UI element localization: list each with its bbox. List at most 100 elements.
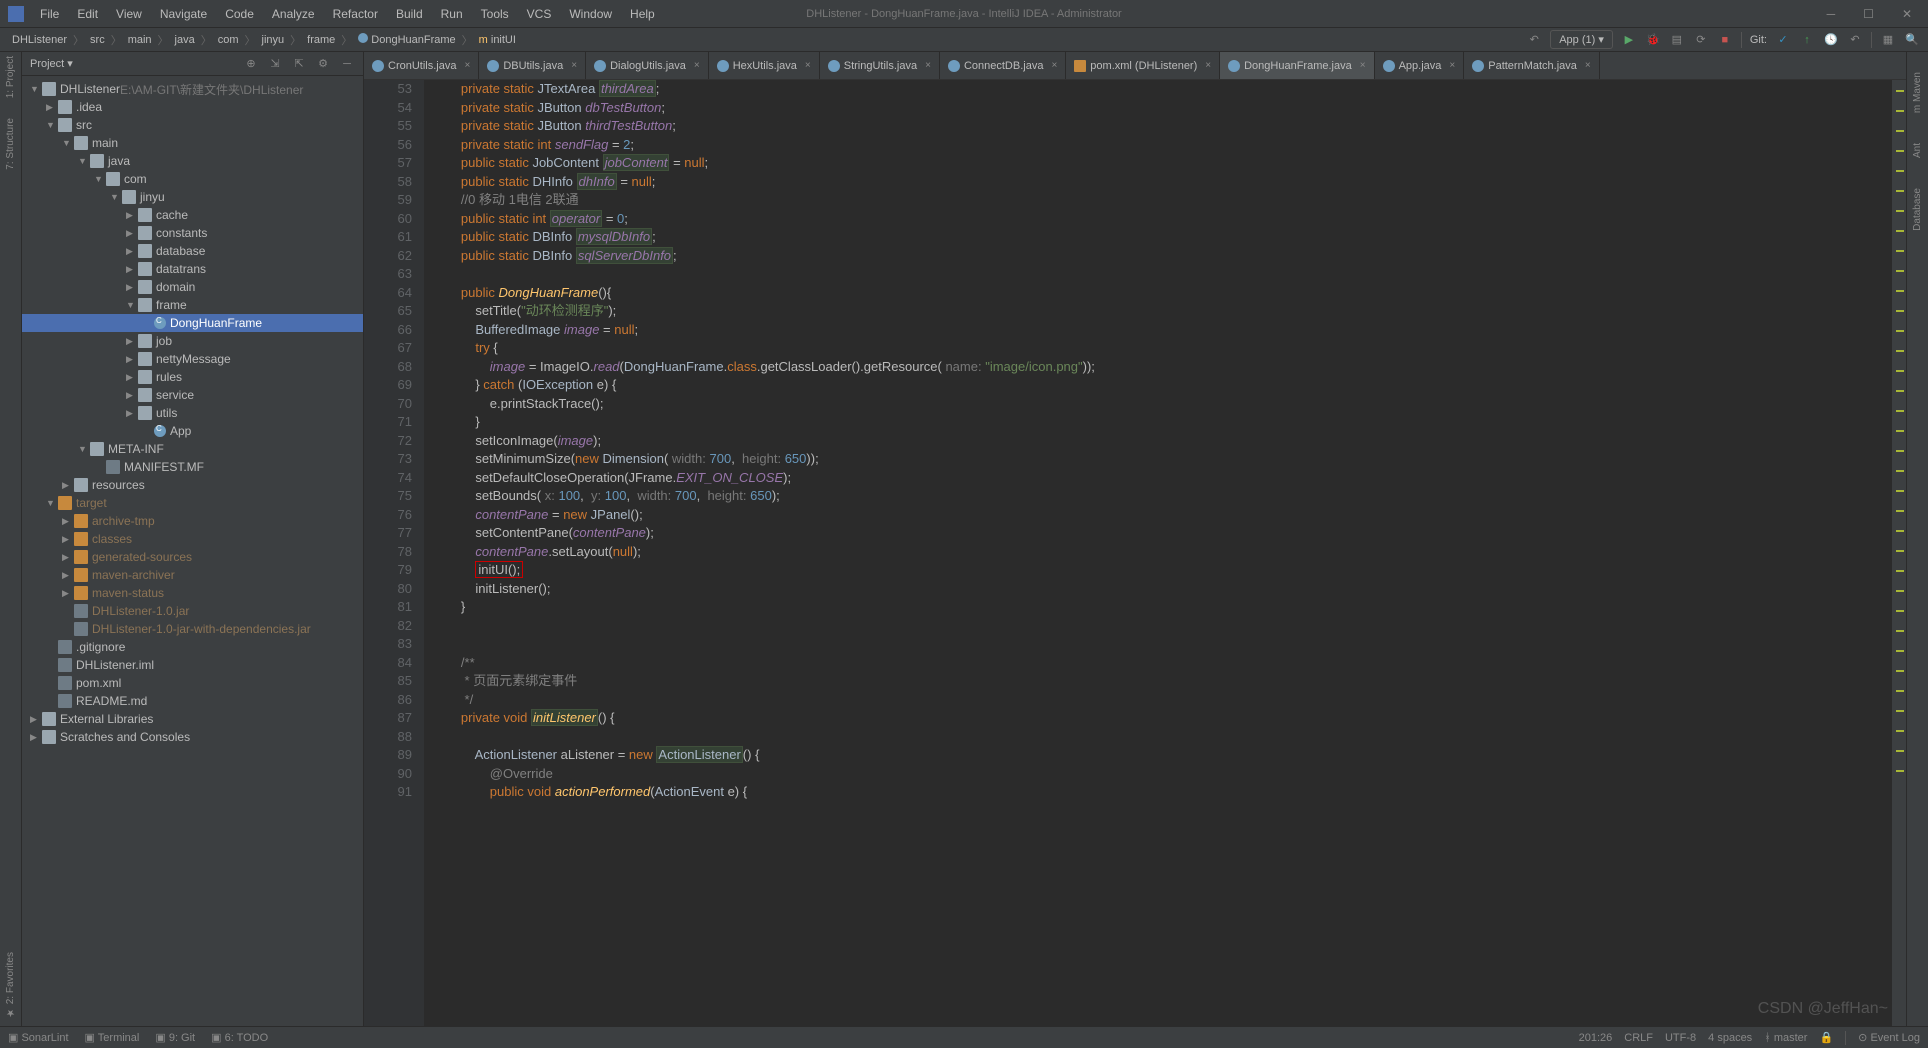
menu-vcs[interactable]: VCS (519, 5, 560, 23)
close-icon[interactable]: × (1051, 60, 1057, 71)
tree-node[interactable]: ▼frame (22, 296, 363, 314)
project-header-label[interactable]: Project ▾ (30, 57, 73, 70)
tree-node[interactable]: ▼jinyu (22, 188, 363, 206)
tree-node[interactable]: ▼META-INF (22, 440, 363, 458)
menu-view[interactable]: View (108, 5, 150, 23)
close-icon[interactable]: × (464, 60, 470, 71)
breadcrumb-item[interactable]: main (124, 34, 156, 46)
menu-code[interactable]: Code (217, 5, 262, 23)
editor-tab[interactable]: DongHuanFrame.java× (1220, 52, 1374, 80)
profile-icon[interactable]: ⟳ (1693, 32, 1709, 48)
tree-node[interactable]: README.md (22, 692, 363, 710)
status-tool-terminal[interactable]: ▣ Terminal (85, 1031, 140, 1044)
editor-tab[interactable]: StringUtils.java× (820, 52, 940, 80)
rail-ant[interactable]: Ant (1912, 143, 1923, 158)
breadcrumb-item[interactable]: com (214, 34, 243, 46)
tree-node[interactable]: DHListener.iml (22, 656, 363, 674)
lock-icon[interactable]: 🔒 (1819, 1031, 1833, 1044)
breadcrumb-item[interactable]: m initUI (475, 34, 520, 46)
menu-build[interactable]: Build (388, 5, 431, 23)
close-icon[interactable]: × (1205, 60, 1211, 71)
editor-tab[interactable]: HexUtils.java× (709, 52, 820, 80)
tree-node[interactable]: ▶nettyMessage (22, 350, 363, 368)
tree-node[interactable]: ▼src (22, 116, 363, 134)
menu-file[interactable]: File (32, 5, 67, 23)
tree-node[interactable]: ▼main (22, 134, 363, 152)
tree-node[interactable]: ▶rules (22, 368, 363, 386)
tree-node[interactable]: ▶domain (22, 278, 363, 296)
tree-node[interactable]: ▼java (22, 152, 363, 170)
close-icon[interactable]: × (571, 60, 577, 71)
status-tool-git[interactable]: ▣ 9: Git (155, 1031, 195, 1044)
git-branch[interactable]: ᚼ master (1764, 1032, 1807, 1044)
menu-navigate[interactable]: Navigate (152, 5, 215, 23)
debug-icon[interactable]: 🐞 (1645, 32, 1661, 48)
code-editor[interactable]: private static JTextArea thirdArea; priv… (424, 80, 1892, 1026)
line-ending[interactable]: CRLF (1624, 1032, 1653, 1044)
rail-structure[interactable]: 7: Structure (5, 118, 16, 170)
coverage-icon[interactable]: ▤ (1669, 32, 1685, 48)
tree-node[interactable]: ▶maven-archiver (22, 566, 363, 584)
run-icon[interactable]: ▶ (1621, 32, 1637, 48)
collapse-all-icon[interactable]: ⇱ (291, 56, 307, 72)
tree-node[interactable]: ▶constants (22, 224, 363, 242)
tree-node[interactable]: .gitignore (22, 638, 363, 656)
breadcrumb-item[interactable]: java (171, 34, 199, 46)
settings-icon[interactable]: ⚙ (315, 56, 331, 72)
tree-node[interactable]: ▶Scratches and Consoles (22, 728, 363, 746)
editor-tab[interactable]: CronUtils.java× (364, 52, 479, 80)
tree-node[interactable]: ▼com (22, 170, 363, 188)
file-encoding[interactable]: UTF-8 (1665, 1032, 1696, 1044)
hide-icon[interactable]: ─ (339, 56, 355, 72)
project-tree[interactable]: ▼DHListener E:\AM-GIT\新建文件夹\DHListener▶.… (22, 76, 363, 1026)
close-icon[interactable]: × (1449, 60, 1455, 71)
breadcrumb-item[interactable]: DHListener (8, 34, 71, 46)
git-revert-icon[interactable]: ↶ (1847, 32, 1863, 48)
menu-tools[interactable]: Tools (473, 5, 517, 23)
breadcrumb-item[interactable]: jinyu (258, 34, 289, 46)
tree-node[interactable]: ▶datatrans (22, 260, 363, 278)
breadcrumb-item[interactable]: DongHuanFrame (354, 33, 459, 46)
tree-node[interactable]: ▶job (22, 332, 363, 350)
editor-tab[interactable]: pom.xml (DHListener)× (1066, 52, 1220, 80)
menu-refactor[interactable]: Refactor (325, 5, 386, 23)
tree-node[interactable]: ▶generated-sources (22, 548, 363, 566)
tree-node[interactable]: pom.xml (22, 674, 363, 692)
tree-node[interactable]: ▶service (22, 386, 363, 404)
close-icon[interactable]: × (925, 60, 931, 71)
editor-tab[interactable]: PatternMatch.java× (1464, 52, 1600, 80)
tree-node[interactable]: ▼target (22, 494, 363, 512)
close-icon[interactable]: × (1585, 60, 1591, 71)
run-config-selector[interactable]: App (1) ▾ (1550, 30, 1613, 49)
breadcrumb-item[interactable]: src (86, 34, 109, 46)
git-update-icon[interactable]: ✓ (1775, 32, 1791, 48)
rail-favorites[interactable]: ★ 2: Favorites (5, 952, 16, 1018)
tree-node[interactable]: ▶maven-status (22, 584, 363, 602)
editor-tab[interactable]: ConnectDB.java× (940, 52, 1066, 80)
marker-scrollbar[interactable] (1892, 80, 1906, 1026)
breadcrumb-item[interactable]: frame (303, 34, 339, 46)
tree-node[interactable]: App (22, 422, 363, 440)
indent-info[interactable]: 4 spaces (1708, 1032, 1752, 1044)
tree-node[interactable]: ▶resources (22, 476, 363, 494)
project-structure-icon[interactable]: ▦ (1880, 32, 1896, 48)
close-icon[interactable]: × (694, 60, 700, 71)
tree-node[interactable]: ▶classes (22, 530, 363, 548)
tree-node[interactable]: DHListener-1.0-jar-with-dependencies.jar (22, 620, 363, 638)
tree-node[interactable]: DongHuanFrame (22, 314, 363, 332)
stop-icon[interactable]: ■ (1717, 32, 1733, 48)
git-history-icon[interactable]: 🕓 (1823, 32, 1839, 48)
menu-help[interactable]: Help (622, 5, 663, 23)
menu-edit[interactable]: Edit (69, 5, 106, 23)
status-tool-todo[interactable]: ▣ 6: TODO (211, 1031, 268, 1044)
close-icon[interactable]: × (805, 60, 811, 71)
git-commit-icon[interactable]: ↑ (1799, 32, 1815, 48)
tree-node[interactable]: ▼DHListener E:\AM-GIT\新建文件夹\DHListener (22, 80, 363, 98)
close-icon[interactable]: × (1360, 60, 1366, 71)
tree-node[interactable]: MANIFEST.MF (22, 458, 363, 476)
expand-all-icon[interactable]: ⇲ (267, 56, 283, 72)
rail-maven[interactable]: m Maven (1912, 72, 1923, 113)
search-everywhere-icon[interactable]: 🔍 (1904, 32, 1920, 48)
rail-database[interactable]: Database (1912, 188, 1923, 231)
editor-tab[interactable]: DBUtils.java× (479, 52, 586, 80)
